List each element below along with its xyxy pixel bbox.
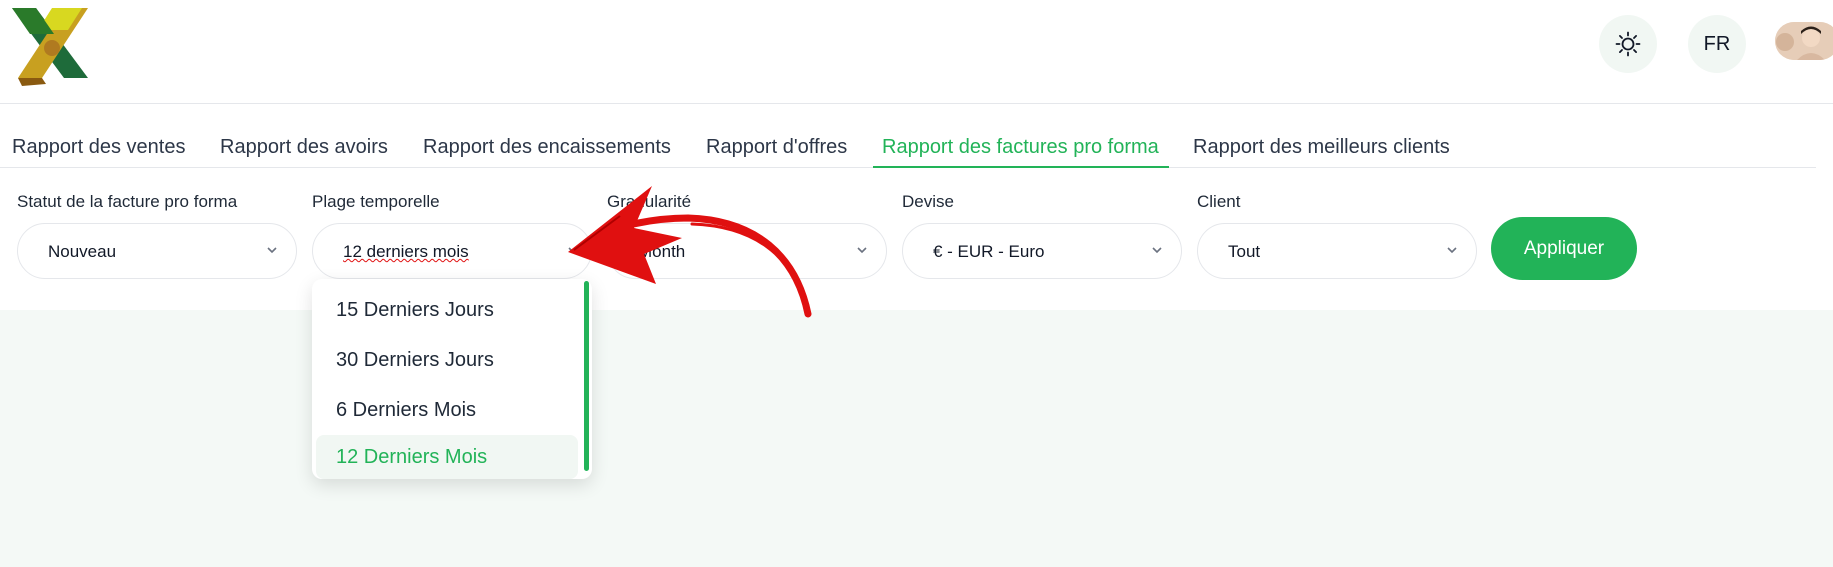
sun-icon bbox=[1615, 31, 1641, 57]
client-select[interactable]: Tout bbox=[1197, 223, 1477, 279]
status-select-value: Nouveau bbox=[48, 242, 117, 261]
currency-select-value: € - EUR - Euro bbox=[933, 242, 1045, 261]
chevron-down-icon bbox=[267, 247, 277, 254]
range-option-12-months[interactable]: 12 Derniers Mois bbox=[316, 435, 578, 479]
range-option-6-months[interactable]: 6 Derniers Mois bbox=[316, 388, 578, 432]
chevron-down-icon bbox=[1152, 247, 1162, 254]
range-filter-label: Plage temporelle bbox=[312, 192, 440, 211]
range-select-input[interactable]: 12 derniers mois bbox=[343, 242, 469, 262]
app-logo[interactable] bbox=[8, 4, 92, 86]
chevron-down-icon bbox=[1447, 247, 1457, 254]
avatar-image bbox=[1775, 22, 1833, 60]
granularity-filter-label: Granularité bbox=[607, 192, 692, 211]
dropdown-scrollbar[interactable] bbox=[584, 281, 589, 471]
status-filter-label: Statut de la facture pro forma bbox=[17, 192, 238, 211]
tab-credit-notes-report[interactable]: Rapport des avoirs bbox=[220, 136, 388, 159]
client-select-value: Tout bbox=[1228, 242, 1261, 261]
tab-offers-report[interactable]: Rapport d'offres bbox=[706, 136, 847, 159]
apply-button[interactable]: Appliquer bbox=[1491, 217, 1637, 280]
range-dropdown-menu: 15 Derniers Jours 30 Derniers Jours 6 De… bbox=[312, 279, 592, 479]
chevron-down-icon bbox=[568, 247, 578, 254]
user-avatar[interactable] bbox=[1775, 22, 1833, 60]
tab-proforma-report[interactable]: Rapport des factures pro forma bbox=[882, 136, 1159, 159]
language-button[interactable]: FR bbox=[1688, 15, 1746, 73]
top-header: FR bbox=[0, 0, 1833, 104]
tab-sales-report[interactable]: Rapport des ventes bbox=[12, 136, 185, 159]
currency-select[interactable]: € - EUR - Euro bbox=[902, 223, 1182, 279]
client-filter-label: Client bbox=[1197, 192, 1241, 211]
page: FR Rapport des ventes Rapport des avoirs… bbox=[0, 0, 1833, 567]
granularity-select-value: Month bbox=[638, 242, 686, 261]
report-tabs: Rapport des ventes Rapport des avoirs Ra… bbox=[0, 128, 1816, 168]
report-content-area bbox=[0, 310, 1833, 567]
range-select[interactable]: 12 derniers mois bbox=[312, 223, 592, 279]
language-label: FR bbox=[1703, 32, 1731, 55]
range-option-30-days[interactable]: 30 Derniers Jours bbox=[316, 338, 578, 382]
range-option-15-days[interactable]: 15 Derniers Jours bbox=[316, 288, 578, 332]
theme-toggle-button[interactable] bbox=[1599, 15, 1657, 73]
tab-collections-report[interactable]: Rapport des encaissements bbox=[423, 136, 671, 159]
tab-top-clients-report[interactable]: Rapport des meilleurs clients bbox=[1193, 136, 1450, 159]
status-select[interactable]: Nouveau bbox=[17, 223, 297, 279]
currency-filter-label: Devise bbox=[902, 192, 954, 211]
chevron-down-icon bbox=[857, 247, 867, 254]
active-tab-indicator bbox=[873, 166, 1169, 168]
granularity-select[interactable]: Month bbox=[607, 223, 887, 279]
